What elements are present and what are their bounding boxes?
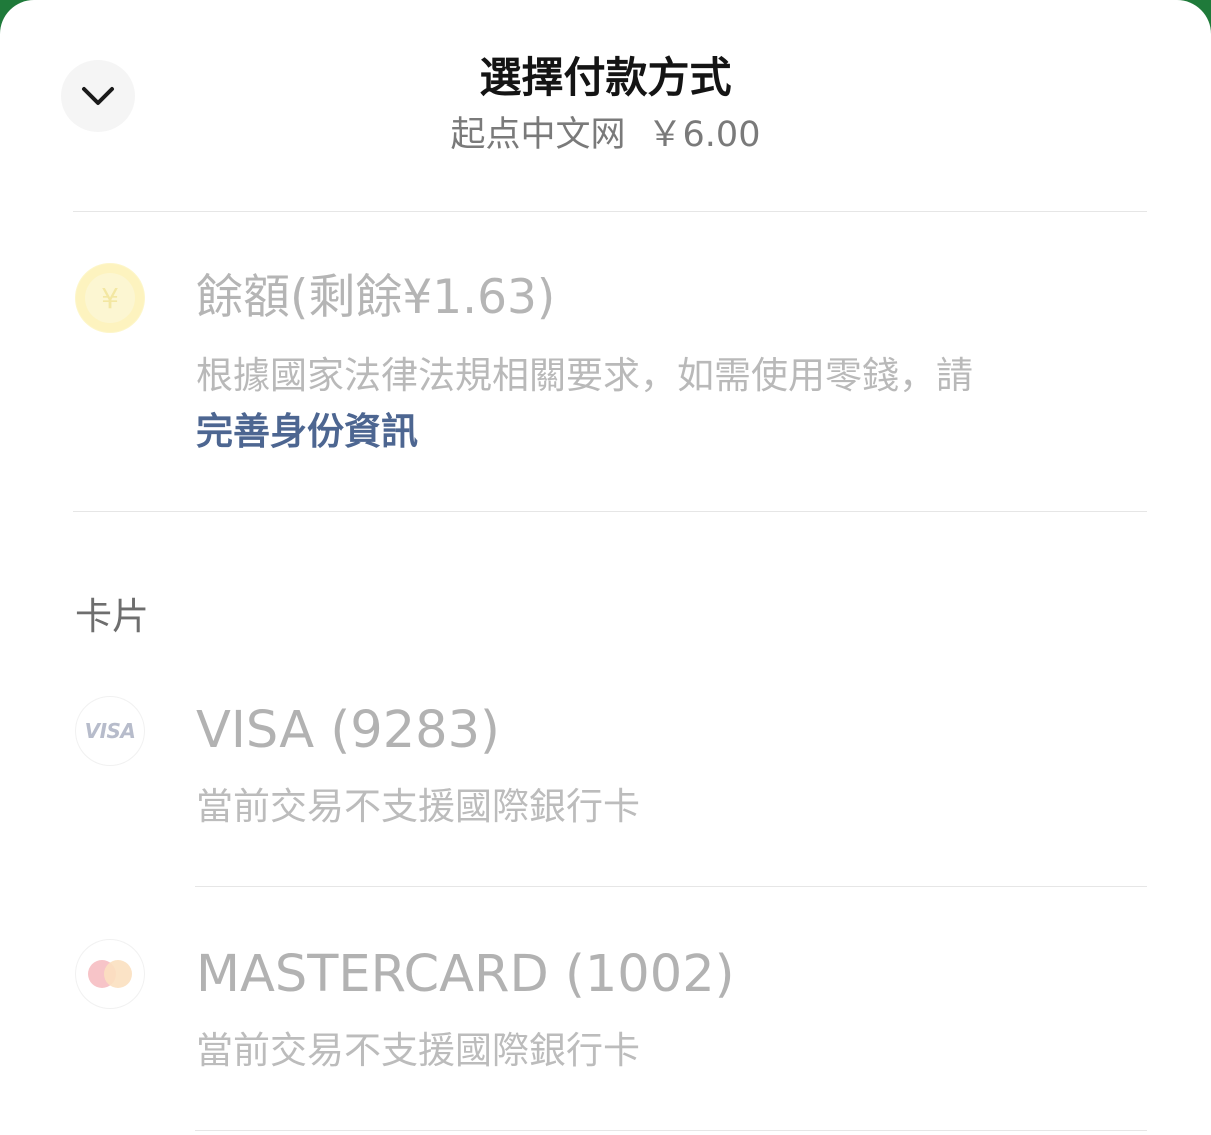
card-divider — [195, 886, 1147, 887]
card-note: 當前交易不支援國際銀行卡 — [196, 785, 640, 828]
yuan-coin-icon: ¥ — [75, 263, 145, 333]
mastercard-circles — [88, 960, 132, 988]
payment-method-sheet: 選擇付款方式 起点中文网 ￥6.00 ¥ 餘額(剩餘¥1.63) 根據國家法律法規… — [0, 0, 1211, 1135]
visa-logo-text: VISA — [84, 719, 136, 743]
payment-summary: 起点中文网 ￥6.00 — [0, 112, 1211, 158]
card-title: VISA (9283) — [196, 701, 500, 760]
card-note: 當前交易不支援國際銀行卡 — [196, 1029, 640, 1072]
page-title: 選擇付款方式 — [479, 53, 732, 102]
complete-identity-link[interactable]: 完善身份資訊 — [196, 410, 418, 453]
merchant-name: 起点中文网 — [450, 115, 626, 155]
payment-amount: ￥6.00 — [647, 115, 761, 155]
header-divider — [73, 211, 1147, 212]
mastercard-logo-icon — [76, 940, 144, 1008]
cards-section-label: 卡片 — [75, 595, 149, 638]
coin-graphic: ¥ — [76, 264, 144, 332]
balance-description: 根據國家法律法規相關要求，如需使用零錢，請 完善身份資訊 — [196, 348, 996, 460]
visa-logo-icon: VISA — [76, 697, 144, 765]
balance-notice-text: 根據國家法律法規相關要求，如需使用零錢，請 — [196, 354, 973, 397]
balance-divider — [73, 511, 1147, 512]
balance-title: 餘額(剩餘¥1.63) — [196, 270, 556, 325]
card-title: MASTERCARD (1002) — [196, 945, 735, 1004]
card-divider — [195, 1130, 1147, 1131]
coin-glyph: ¥ — [101, 282, 119, 315]
